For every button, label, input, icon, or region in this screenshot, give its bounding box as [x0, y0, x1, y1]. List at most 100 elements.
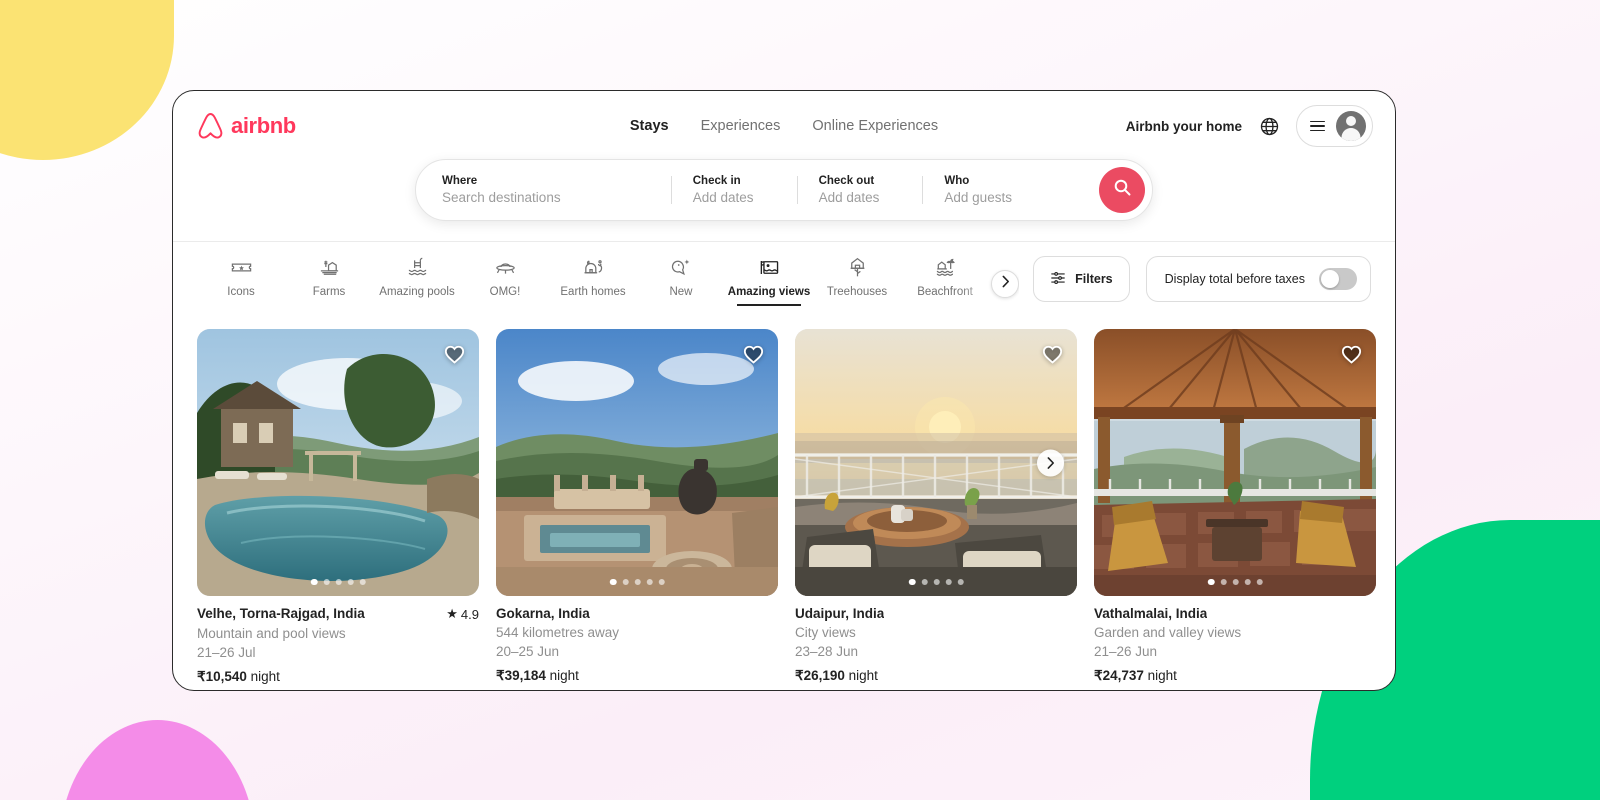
listing-subtitle: Mountain and pool views [197, 626, 346, 641]
listing-rating: ★ 4.9 [438, 606, 479, 622]
listing-subtitle: Garden and valley views [1094, 625, 1242, 640]
category-label: New [669, 286, 693, 298]
airbnb-logo[interactable]: airbnb [197, 112, 296, 141]
category-toolbar: Icons Farms Amazing pools OMG! Earth hom… [173, 241, 1395, 320]
user-avatar-icon [1336, 111, 1366, 141]
photo-carousel-dots[interactable] [310, 578, 366, 585]
listing-title: Vathalmalai, India [1094, 606, 1208, 621]
category-icons[interactable]: Icons [197, 256, 285, 306]
listing-info: Udaipur, India City views 23–28 Jun ₹26,… [795, 596, 1077, 684]
favorite-heart-icon[interactable] [442, 341, 467, 366]
nav-tab-experiences[interactable]: Experiences [701, 118, 781, 134]
ticket-star-icon [230, 256, 253, 279]
header-actions: Airbnb your home [1126, 105, 1373, 147]
listing-price: ₹26,190 night [795, 668, 1077, 684]
listing-photo-hilltop-terrace-plunge-pool[interactable] [496, 329, 778, 596]
airbnb-wordmark: airbnb [231, 113, 296, 138]
ufo-icon [494, 256, 517, 279]
category-label: Icons [227, 286, 255, 298]
search-checkout-value: Add dates [818, 189, 880, 205]
category-amazing-pools[interactable]: Amazing pools [373, 256, 461, 306]
category-label: Amazing views [727, 286, 811, 298]
category-label: Treehouses [826, 286, 888, 298]
listing-price-amount: ₹24,737 [1094, 668, 1144, 683]
toggle-switch[interactable] [1319, 268, 1357, 290]
listing-photo-sunset-rooftop-lake-view[interactable] [795, 329, 1077, 596]
search-icon [1114, 179, 1131, 201]
photo-carousel-dots[interactable] [609, 578, 665, 585]
search-who-label: Who [944, 174, 970, 187]
chevron-right-icon [1046, 456, 1055, 469]
listing-card[interactable]: Udaipur, India City views 23–28 Jun ₹26,… [795, 329, 1077, 685]
decorative-yellow-blob [0, 0, 174, 160]
search-where-label: Where [442, 174, 478, 187]
category-new[interactable]: New [637, 256, 725, 306]
search-bar-region: Where Search destinations Check in Add d… [173, 159, 1395, 241]
category-treehouses[interactable]: Treehouses [813, 256, 901, 306]
category-label: OMG! [489, 286, 521, 298]
decorative-pink-blob [60, 720, 255, 800]
listing-price: ₹10,540 night [197, 669, 479, 685]
display-total-before-taxes-toggle[interactable]: Display total before taxes [1145, 256, 1371, 302]
photo-next-button[interactable] [1037, 449, 1064, 476]
amazing-views-icon [758, 256, 781, 279]
category-list[interactable]: Icons Farms Amazing pools OMG! Earth hom… [197, 256, 1020, 320]
category-farms[interactable]: Farms [285, 256, 373, 306]
listing-card[interactable]: Gokarna, India 544 kilometres away 20–25… [496, 329, 778, 685]
treehouse-icon [846, 256, 869, 279]
sliders-icon [1050, 270, 1066, 289]
account-menu-button[interactable] [1296, 105, 1373, 147]
category-next-button[interactable] [991, 270, 1020, 298]
listing-price-amount: ₹26,190 [795, 668, 845, 683]
beachfront-icon [934, 256, 957, 279]
category-label: Beachfront [917, 286, 973, 298]
rating-value: 4.9 [460, 606, 479, 622]
farm-icon [318, 256, 341, 279]
filters-button[interactable]: Filters [1033, 256, 1130, 302]
listing-price-unit: night [250, 669, 280, 684]
listing-title: Velhe, Torna-Rajgad, India [197, 606, 365, 621]
listing-photo-wooden-pavilion-hill-view[interactable] [1094, 329, 1376, 596]
favorite-heart-icon[interactable] [1040, 341, 1065, 366]
nav-tab-online-experiences[interactable]: Online Experiences [812, 118, 938, 134]
search-checkin-field[interactable]: Check in Add dates [670, 168, 797, 212]
listing-dates: 23–28 Jun [795, 644, 859, 659]
site-header: airbnb Stays Experiences Online Experien… [173, 91, 1395, 161]
photo-carousel-dots[interactable] [908, 578, 964, 585]
category-earth-homes[interactable]: Earth homes [549, 256, 637, 306]
listing-dates: 20–25 Jun [496, 644, 560, 659]
pool-icon [406, 256, 429, 279]
page-root: airbnb Stays Experiences Online Experien… [0, 0, 1600, 800]
search-bar[interactable]: Where Search destinations Check in Add d… [415, 159, 1153, 221]
search-who-field[interactable]: Who Add guests [922, 168, 1099, 212]
listing-price: ₹39,184 night [496, 668, 778, 684]
favorite-heart-icon[interactable] [741, 341, 766, 366]
search-checkout-field[interactable]: Check out Add dates [796, 168, 923, 212]
listing-card[interactable]: Velhe, Torna-Rajgad, India ★ 4.9 Mountai… [197, 329, 479, 685]
category-label: Earth homes [560, 286, 626, 298]
airbnb-your-home-link[interactable]: Airbnb your home [1126, 119, 1242, 134]
search-where-value: Search destinations [442, 189, 561, 205]
category-amazing-views[interactable]: Amazing views [725, 256, 813, 306]
listing-photo-infinity-pool-villa[interactable] [197, 329, 479, 596]
search-submit-button[interactable] [1099, 167, 1145, 213]
chevron-right-icon [1001, 275, 1010, 293]
category-label: Amazing pools [379, 286, 455, 298]
listing-card[interactable]: Vathalmalai, India Garden and valley vie… [1094, 329, 1376, 685]
search-where-field[interactable]: Where Search destinations [420, 168, 671, 212]
listing-info: Velhe, Torna-Rajgad, India ★ 4.9 Mountai… [197, 596, 479, 685]
listing-price-unit: night [1147, 668, 1177, 683]
search-checkin-value: Add dates [692, 189, 754, 205]
globe-icon[interactable] [1256, 113, 1282, 139]
category-beachfront[interactable]: Beachfront [901, 256, 989, 306]
listing-title: Udaipur, India [795, 606, 885, 621]
filters-label: Filters [1075, 272, 1113, 286]
category-omg[interactable]: OMG! [461, 256, 549, 306]
listings-grid: Velhe, Torna-Rajgad, India ★ 4.9 Mountai… [173, 319, 1395, 685]
favorite-heart-icon[interactable] [1339, 341, 1364, 366]
photo-carousel-dots[interactable] [1207, 578, 1263, 585]
star-icon: ★ [446, 606, 458, 621]
nav-tab-stays[interactable]: Stays [630, 118, 669, 134]
listing-subtitle: City views [795, 625, 856, 640]
category-label: Farms [312, 286, 346, 298]
